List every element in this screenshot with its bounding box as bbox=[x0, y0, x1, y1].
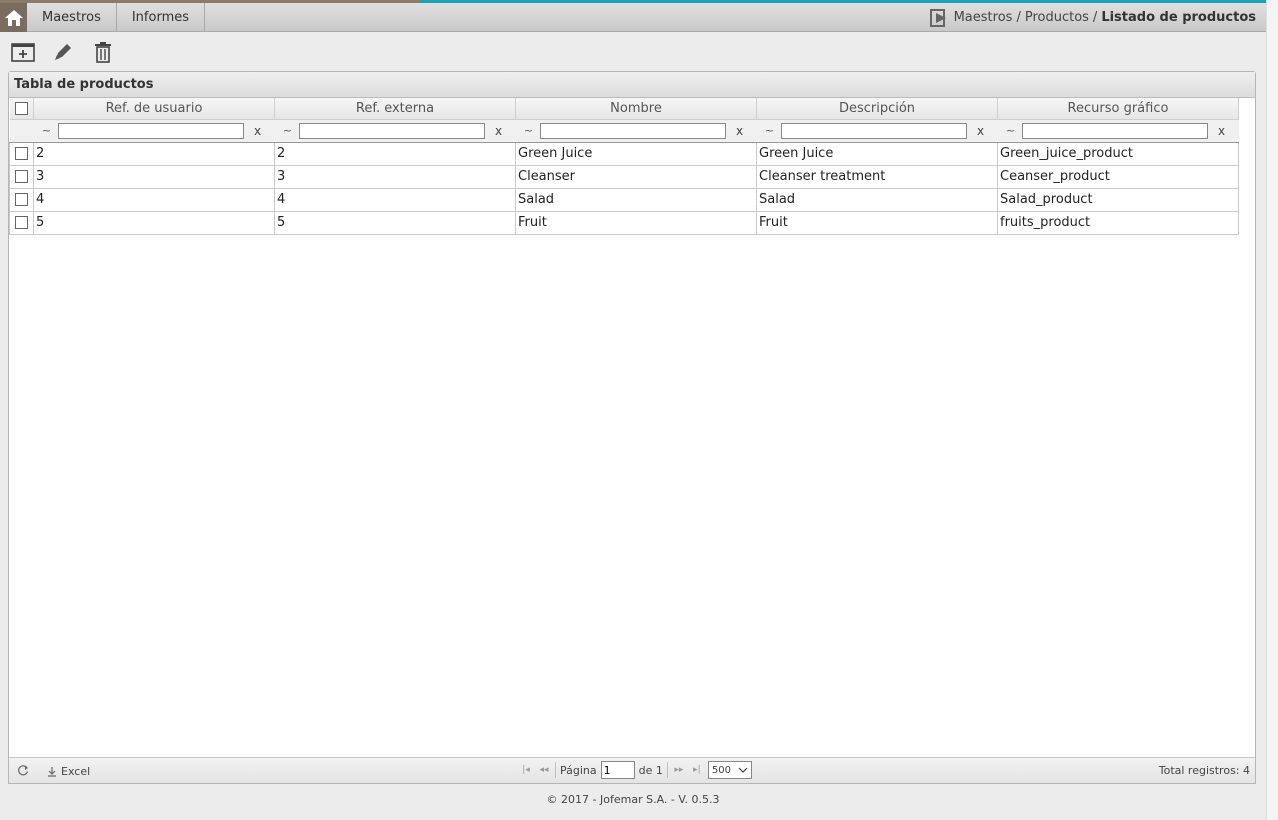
download-icon bbox=[48, 767, 56, 777]
cell-recurso-grafico: Ceanser_product bbox=[997, 164, 1239, 189]
copyright-text: © 2017 - Jofemar S.A. - V. 0.5.3 bbox=[546, 793, 720, 806]
cell-ref-externa: 4 bbox=[274, 187, 516, 212]
excel-label: Excel bbox=[61, 765, 91, 778]
window-scrollbar[interactable] bbox=[1266, 0, 1278, 820]
breadcrumb: Maestros / Productos / Listado de produc… bbox=[929, 3, 1256, 32]
products-panel: Tabla de productos Ref. de usuario Ref. … bbox=[8, 71, 1256, 784]
column-header-ref-usuario[interactable]: Ref. de usuario bbox=[33, 98, 275, 120]
edit-record-button[interactable] bbox=[50, 39, 76, 65]
breadcrumb-current: Listado de productos bbox=[1101, 10, 1256, 25]
table-row[interactable]: 2 2 Green Juice Green Juice Green_juice_… bbox=[9, 141, 1239, 166]
cell-recurso-grafico: Salad_product bbox=[997, 187, 1239, 212]
cell-ref-usuario: 2 bbox=[33, 141, 275, 166]
menu-item-maestros[interactable]: Maestros bbox=[27, 3, 117, 32]
table-row[interactable]: 3 3 Cleanser Cleanser treatment Ceanser_… bbox=[9, 164, 1239, 189]
filter-input-descripcion[interactable] bbox=[780, 122, 967, 139]
filter-clear-button[interactable]: x bbox=[974, 124, 988, 138]
breadcrumb-separator: / bbox=[1092, 10, 1098, 25]
total-records: Total registros: 4 bbox=[1158, 764, 1250, 777]
cell-descripcion: Salad bbox=[756, 187, 998, 212]
home-button[interactable] bbox=[0, 3, 27, 32]
filter-input-ref-externa[interactable] bbox=[298, 122, 485, 139]
cell-nombre: Green Juice bbox=[515, 141, 757, 166]
cell-recurso-grafico: fruits_product bbox=[997, 210, 1239, 235]
filter-operator[interactable]: ~ bbox=[522, 124, 536, 137]
refresh-icon bbox=[18, 765, 29, 776]
table-row[interactable]: 5 5 Fruit Fruit fruits_product bbox=[9, 210, 1239, 235]
filter-input-nombre[interactable] bbox=[539, 122, 726, 139]
pager: |◂ ◂◂ Página de 1 ▸▸ ▸| 500 bbox=[519, 761, 752, 779]
new-window-icon bbox=[11, 43, 35, 62]
column-header-nombre[interactable]: Nombre bbox=[515, 98, 757, 120]
table-footer: Excel |◂ ◂◂ Página de 1 ▸▸ ▸| 500 Total … bbox=[9, 757, 1255, 783]
page-label: Página bbox=[560, 763, 597, 777]
chevron-down-icon bbox=[738, 767, 748, 773]
select-all-cell bbox=[9, 98, 34, 120]
filter-clear-button[interactable]: x bbox=[251, 124, 265, 138]
pager-divider bbox=[666, 762, 668, 778]
table-row[interactable]: 4 4 Salad Salad Salad_product bbox=[9, 187, 1239, 212]
filter-clear-button[interactable]: x bbox=[733, 124, 747, 138]
row-checkbox[interactable] bbox=[15, 147, 28, 160]
last-page-icon[interactable]: ▸| bbox=[690, 765, 704, 775]
page-size-value: 500 bbox=[711, 764, 731, 776]
refresh-button[interactable] bbox=[17, 764, 29, 779]
cell-ref-externa: 3 bbox=[274, 164, 516, 189]
breadcrumb-productos[interactable]: Productos bbox=[1025, 10, 1089, 25]
row-checkbox[interactable] bbox=[15, 216, 28, 229]
new-record-button[interactable] bbox=[10, 39, 36, 65]
filter-clear-button[interactable]: x bbox=[1215, 124, 1229, 138]
prev-page-icon[interactable]: ◂◂ bbox=[537, 765, 551, 775]
column-header-descripcion[interactable]: Descripción bbox=[756, 98, 998, 120]
cell-ref-usuario: 4 bbox=[33, 187, 275, 212]
next-page-icon[interactable]: ▸▸ bbox=[672, 765, 686, 775]
filter-operator[interactable]: ~ bbox=[281, 124, 295, 137]
filter-clear-button[interactable]: x bbox=[492, 124, 506, 138]
cell-descripcion: Cleanser treatment bbox=[756, 164, 998, 189]
trash-icon bbox=[95, 42, 111, 63]
pager-divider bbox=[555, 762, 556, 778]
filter-input-ref-usuario[interactable] bbox=[57, 122, 244, 139]
row-checkbox[interactable] bbox=[15, 170, 28, 183]
play-screen-icon bbox=[929, 8, 950, 27]
cell-descripcion: Fruit bbox=[756, 210, 998, 235]
first-page-icon[interactable]: |◂ bbox=[519, 765, 533, 775]
page-count-label: de 1 bbox=[638, 763, 663, 777]
panel-title: Tabla de productos bbox=[9, 72, 1255, 98]
main-menu: Maestros Informes bbox=[27, 3, 205, 32]
cell-ref-usuario: 5 bbox=[33, 210, 275, 235]
cell-nombre: Salad bbox=[515, 187, 757, 212]
home-icon bbox=[4, 9, 23, 26]
select-all-checkbox[interactable] bbox=[14, 101, 28, 115]
cell-recurso-grafico: Green_juice_product bbox=[997, 141, 1239, 166]
cell-nombre: Cleanser bbox=[515, 164, 757, 189]
row-checkbox[interactable] bbox=[15, 193, 28, 206]
column-header-recurso-grafico[interactable]: Recurso gráfico bbox=[997, 98, 1239, 120]
filter-operator[interactable]: ~ bbox=[40, 124, 54, 137]
filter-operator[interactable]: ~ bbox=[763, 124, 777, 137]
breadcrumb-maestros[interactable]: Maestros bbox=[954, 10, 1013, 25]
filter-row: ~ x ~ x ~ x ~ x ~ x bbox=[9, 119, 1239, 143]
top-navigation-bar: Maestros Informes Maestros / Productos /… bbox=[0, 0, 1266, 32]
excel-export-button[interactable]: Excel bbox=[47, 765, 90, 778]
delete-record-button[interactable] bbox=[90, 39, 116, 65]
action-toolbar bbox=[10, 39, 116, 67]
cell-ref-externa: 5 bbox=[274, 210, 516, 235]
page-number-input[interactable] bbox=[600, 761, 635, 779]
page-size-select[interactable]: 500 bbox=[707, 761, 752, 779]
breadcrumb-separator: / bbox=[1016, 10, 1021, 25]
cell-nombre: Fruit bbox=[515, 210, 757, 235]
cell-descripcion: Green Juice bbox=[756, 141, 998, 166]
products-table: Ref. de usuario Ref. externa Nombre Desc… bbox=[9, 98, 1239, 235]
filter-input-recurso-grafico[interactable] bbox=[1021, 122, 1208, 139]
edit-icon bbox=[55, 44, 71, 60]
filter-operator[interactable]: ~ bbox=[1004, 124, 1018, 137]
cell-ref-usuario: 3 bbox=[33, 164, 275, 189]
menu-item-informes[interactable]: Informes bbox=[117, 3, 205, 32]
cell-ref-externa: 2 bbox=[274, 141, 516, 166]
column-header-ref-externa[interactable]: Ref. externa bbox=[274, 98, 516, 120]
